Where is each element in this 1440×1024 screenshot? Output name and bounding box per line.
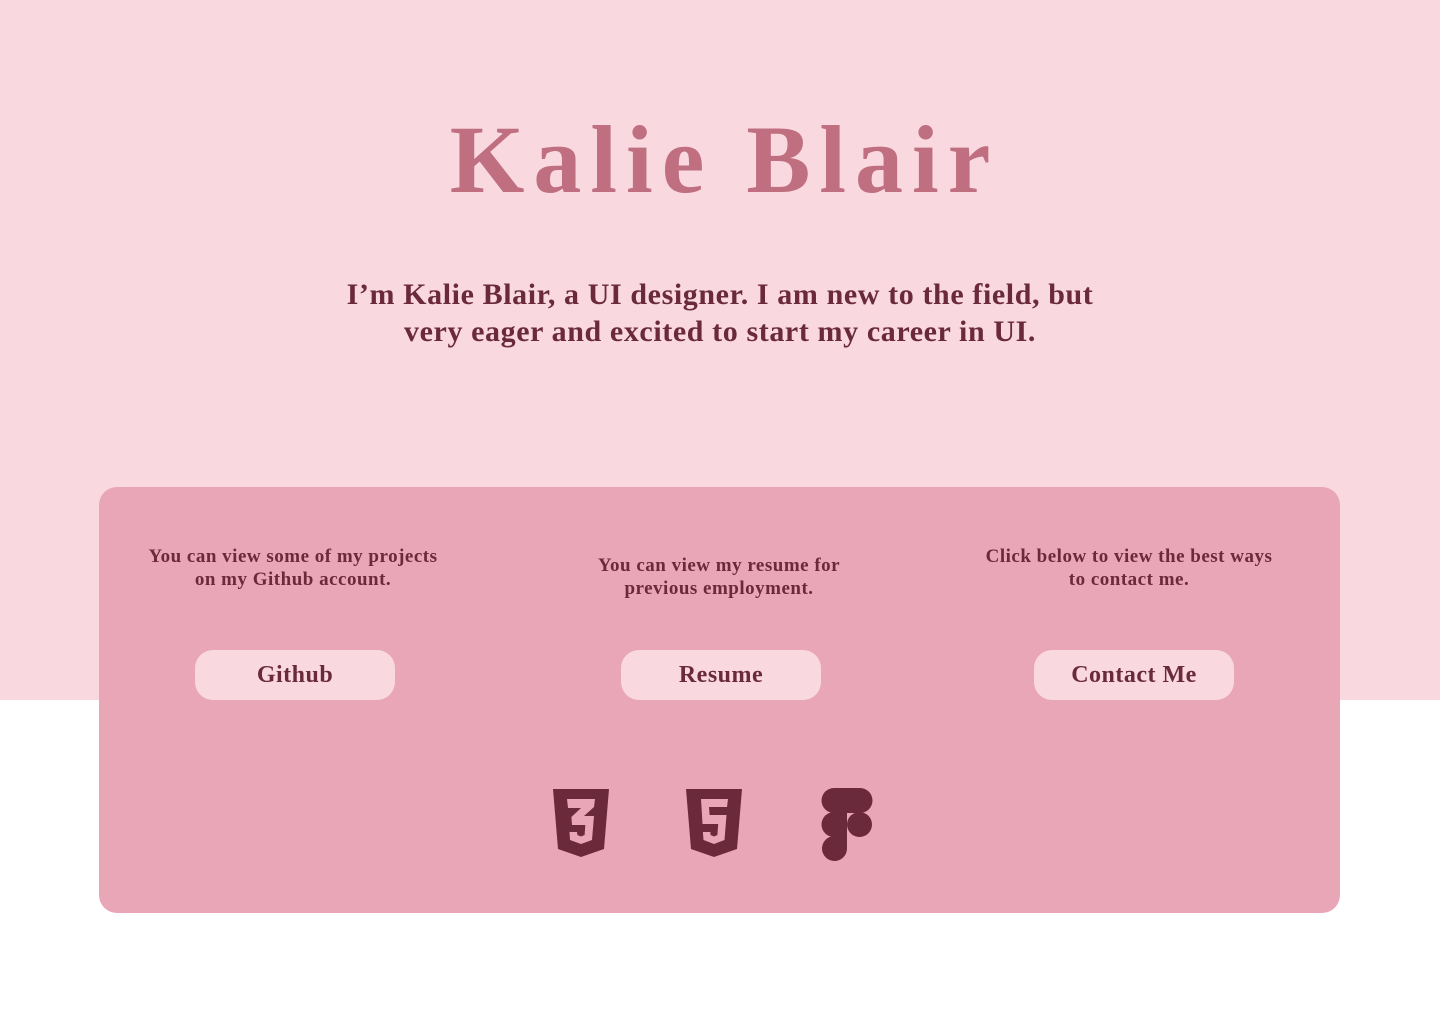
resume-column: You can view my resume for previous empl…: [569, 487, 869, 717]
links-card: You can view some of my projects on my G…: [99, 487, 1340, 913]
skill-icons: [99, 787, 1340, 867]
resume-description: You can view my resume for previous empl…: [597, 555, 841, 599]
contact-me-button[interactable]: Contact Me: [1034, 650, 1234, 700]
github-column: You can view some of my projects on my G…: [143, 487, 443, 717]
hero-name: Kalie Blair: [449, 106, 1000, 213]
resume-button[interactable]: Resume: [621, 650, 821, 700]
github-description: You can view some of my projects on my G…: [148, 546, 438, 590]
contact-description: Click below to view the best ways to con…: [985, 546, 1273, 590]
html5-icon: [686, 789, 742, 857]
figma-icon: [821, 788, 873, 861]
hero-intro: I’m Kalie Blair, a UI designer. I am new…: [346, 278, 1094, 348]
css3-icon: [553, 789, 609, 857]
github-button[interactable]: Github: [195, 650, 395, 700]
contact-column: Click below to view the best ways to con…: [979, 487, 1279, 717]
